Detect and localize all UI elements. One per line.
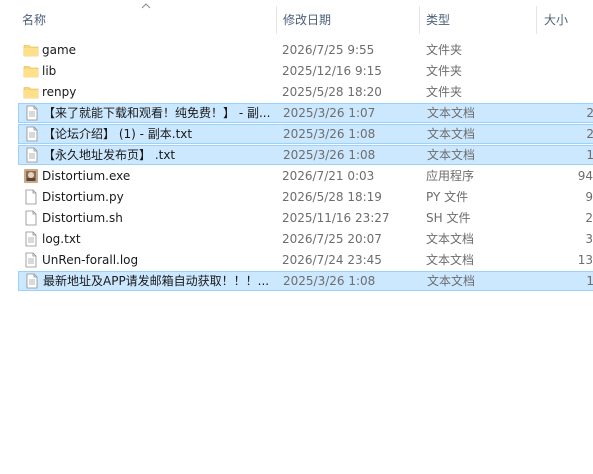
- file-size: [518, 40, 593, 60]
- file-row[interactable]: lib 2025/12/16 9:15 文件夹: [18, 61, 593, 81]
- column-header-date[interactable]: 修改日期: [275, 0, 420, 38]
- file-modified-date: 2025/3/26 1:08: [283, 274, 376, 288]
- file-name: lib: [42, 64, 57, 78]
- file-size: 1: [586, 148, 593, 162]
- folder-icon: [23, 42, 39, 58]
- file-size: 2: [586, 106, 593, 120]
- file-modified-date: 2025/12/16 9:15: [282, 64, 382, 78]
- file-row[interactable]: 最新地址及APP请发邮箱自动获取！！！... 2025/3/26 1:08 文本文档…: [18, 271, 593, 291]
- file-modified-date: 2026/7/21 0:03: [282, 169, 375, 183]
- file-size: [518, 82, 593, 102]
- text-file-icon: [23, 231, 39, 247]
- column-header-type[interactable]: 类型: [418, 0, 536, 38]
- file-modified-date: 2025/11/16 23:27: [282, 211, 390, 225]
- file-name: Distortium.sh: [42, 211, 123, 225]
- file-row[interactable]: log.txt 2026/7/25 20:07 文本文档 3: [18, 229, 593, 249]
- file-row[interactable]: 【永久地址发布页】 .txt 2025/3/26 1:08 文本文档 1: [18, 145, 593, 165]
- file-row[interactable]: game 2026/7/25 9:55 文件夹: [18, 40, 593, 60]
- file-row[interactable]: 【论坛介绍】 (1) - 副本.txt 2025/3/26 1:08 文本文档 2: [18, 124, 593, 144]
- file-name: 最新地址及APP请发邮箱自动获取！！！...: [43, 274, 270, 288]
- file-name: 【论坛介绍】 (1) - 副本.txt: [43, 127, 193, 141]
- text-file-icon: [24, 147, 40, 163]
- file-row[interactable]: 【来了就能下载和观看！纯免费！】 - 副... 2025/3/26 1:07 文本文…: [18, 103, 593, 123]
- file-modified-date: 2026/5/28 18:19: [282, 190, 382, 204]
- column-header-name[interactable]: 名称: [14, 0, 276, 38]
- file-name: 【来了就能下载和观看！纯免费！】 - 副...: [43, 106, 271, 120]
- text-file-icon: [23, 252, 39, 268]
- file-size: [518, 61, 593, 81]
- file-name: renpy: [42, 85, 77, 99]
- file-size: 2: [586, 127, 593, 141]
- text-file-icon: [24, 126, 40, 142]
- file-modified-date: 2025/3/26 1:07: [283, 106, 376, 120]
- file-modified-date: 2025/3/26 1:08: [283, 127, 376, 141]
- file-name: UnRen-forall.log: [42, 253, 139, 267]
- column-header-bar: 名称 修改日期 类型 大小: [0, 0, 593, 38]
- application-icon: [23, 168, 39, 184]
- column-header-size[interactable]: 大小: [536, 0, 593, 38]
- file-modified-date: 2026/7/24 23:45: [282, 253, 382, 267]
- file-row[interactable]: Distortium.py 2026/5/28 18:19 PY 文件 9: [18, 187, 593, 207]
- file-modified-date: 2026/7/25 20:07: [282, 232, 382, 246]
- file-size: 9: [585, 190, 593, 204]
- file-row[interactable]: renpy 2025/5/28 18:20 文件夹: [18, 82, 593, 102]
- file-row[interactable]: Distortium.exe 2026/7/21 0:03 应用程序 94: [18, 166, 593, 186]
- text-file-icon: [24, 105, 40, 121]
- file-name: 【永久地址发布页】 .txt: [43, 148, 176, 162]
- blank-file-icon: [23, 189, 39, 205]
- file-name: log.txt: [42, 232, 81, 246]
- file-size: 13: [577, 253, 593, 267]
- file-modified-date: 2026/7/25 9:55: [282, 43, 375, 57]
- file-size: 3: [585, 232, 593, 246]
- text-file-icon: [24, 273, 40, 289]
- file-modified-date: 2025/3/26 1:08: [283, 148, 376, 162]
- file-name: Distortium.py: [42, 190, 124, 204]
- file-name: game: [42, 43, 77, 57]
- folder-icon: [23, 63, 39, 79]
- file-size: 1: [586, 274, 593, 288]
- file-size: 94: [577, 169, 593, 183]
- file-row[interactable]: Distortium.sh 2025/11/16 23:27 SH 文件 2: [18, 208, 593, 228]
- folder-icon: [23, 84, 39, 100]
- file-size: 2: [585, 211, 593, 225]
- file-modified-date: 2025/5/28 18:20: [282, 85, 382, 99]
- file-name: Distortium.exe: [42, 169, 131, 183]
- blank-file-icon: [23, 210, 39, 226]
- file-row[interactable]: UnRen-forall.log 2026/7/24 23:45 文本文档 13: [18, 250, 593, 270]
